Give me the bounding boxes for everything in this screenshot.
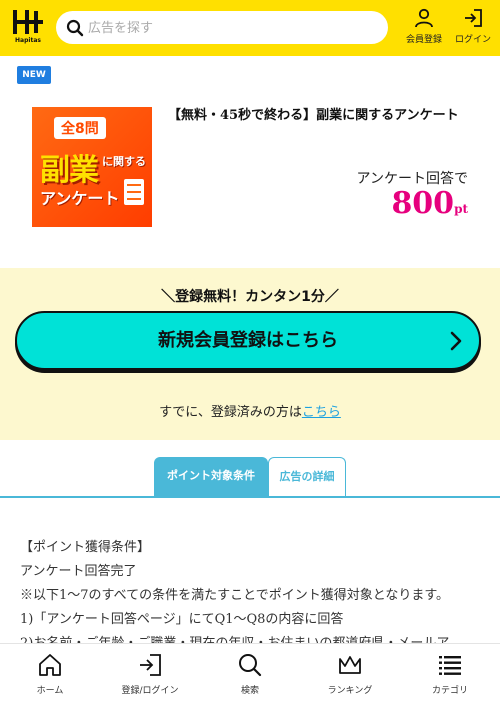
bottom-nav: ホーム 登録/ログイン 検索 ランキング カテゴリ (0, 643, 500, 701)
tab-ad-details[interactable]: 広告の詳細 (268, 457, 346, 497)
tabs-underline (0, 496, 500, 498)
nav-ranking[interactable]: ランキング (300, 652, 400, 696)
conditions-line: 1)「アンケート回答ページ」にてQ1～Q8の内容に回答 (20, 612, 344, 627)
registration-lead: ＼登録無料！カンタン1分／ (161, 289, 339, 305)
search-input[interactable] (86, 17, 380, 39)
reward-unit: pt (454, 202, 468, 216)
reward-label: アンケート回答で (356, 171, 468, 187)
conditions-line: アンケート回答完了 (20, 564, 137, 579)
search-box[interactable] (56, 11, 388, 44)
app-header: Hapitas 会員登録 ログイン (0, 0, 500, 56)
search-icon (66, 19, 84, 37)
member-register-label: 会員登録 (405, 35, 442, 45)
logo-text: Hapitas (15, 37, 41, 44)
search-icon (239, 654, 262, 677)
reward-value: 800 (391, 186, 455, 221)
registration-section: ＼登録無料！カンタン1分／ 新規会員登録はこちら すでに、登録済みの方はこちら (0, 268, 500, 440)
ad-banner-image[interactable]: 全8問 副業 に関する アンケート (32, 107, 152, 227)
conditions-content: 【ポイント獲得条件】 アンケート回答完了 ※以下1〜7のすべての条件を満たすこと… (20, 536, 490, 656)
nav-category[interactable]: カテゴリ (400, 652, 500, 696)
ad-title: 【無料・45秒で終わる】副業に関するアンケート (168, 108, 459, 123)
login-icon (465, 9, 482, 27)
conditions-line: 【ポイント獲得条件】 (20, 540, 151, 555)
banner-survey: アンケート (40, 189, 120, 208)
tab-point-conditions[interactable]: ポイント対象条件 (154, 457, 268, 497)
login-icon (140, 654, 161, 676)
banner-topic: 副業 (40, 153, 99, 188)
banner-about: に関する (102, 155, 146, 168)
nav-search-label: 検索 (240, 686, 259, 696)
nav-category-label: カテゴリ (431, 686, 468, 696)
new-badge: NEW (17, 66, 51, 84)
already-registered: すでに、登録済みの方はこちら (0, 401, 500, 420)
chevron-right-icon (450, 331, 462, 351)
nav-register-login-label: 登録/ログイン (121, 686, 179, 696)
logo-mark-icon (13, 10, 43, 34)
document-icon (124, 179, 144, 205)
register-button-label: 新規会員登録はこちら (158, 330, 338, 351)
member-register-button[interactable]: 会員登録 (401, 8, 447, 48)
hapitas-logo[interactable]: Hapitas (11, 8, 45, 44)
nav-register-login[interactable]: 登録/ログイン (100, 652, 200, 696)
nav-home-label: ホーム (36, 686, 64, 696)
login-label: ログイン (454, 35, 491, 45)
crown-icon (339, 656, 361, 674)
nav-search[interactable]: 検索 (200, 652, 300, 696)
conditions-line: ※以下1〜7のすべての条件を満たすことでポイント獲得対象となります。 (20, 588, 450, 603)
login-link[interactable]: こちら (302, 405, 341, 420)
login-button[interactable]: ログイン (450, 8, 496, 48)
nav-ranking-label: ランキング (327, 686, 373, 696)
menu-icon (439, 656, 461, 675)
already-registered-text: すでに、登録済みの方は (159, 405, 302, 420)
user-icon (415, 8, 433, 28)
home-icon (39, 654, 61, 676)
reward-points: 800pt (391, 186, 468, 221)
banner-question-count: 全8問 (54, 117, 106, 139)
register-button[interactable]: 新規会員登録はこちら (15, 311, 481, 370)
nav-home[interactable]: ホーム (0, 652, 100, 696)
